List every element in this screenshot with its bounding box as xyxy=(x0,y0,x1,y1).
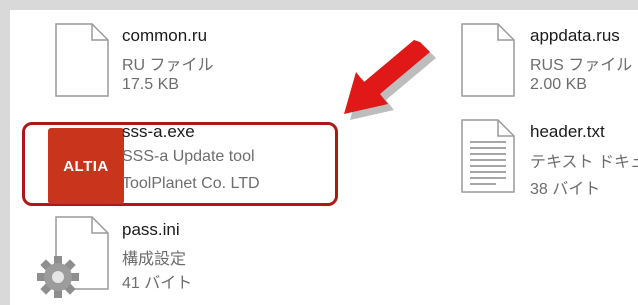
blank-file-icon xyxy=(461,23,515,97)
file-size: 41 バイト xyxy=(122,275,193,292)
config-gear-file-icon xyxy=(37,216,109,298)
file-name: pass.ini xyxy=(122,220,180,239)
file-size: 38 バイト xyxy=(530,181,601,198)
pointer-arrow-icon xyxy=(344,40,436,120)
file-type: RUS ファイル xyxy=(530,57,633,74)
altia-app-icon: ALTIA xyxy=(48,128,124,204)
file-company: ToolPlanet Co. LTD xyxy=(122,175,260,192)
file-name: sss-a.exe xyxy=(122,122,195,141)
file-description: SSS-a Update tool xyxy=(122,148,255,165)
file-size: 2.00 KB xyxy=(530,76,587,93)
file-type: 構成設定 xyxy=(122,251,187,268)
file-type: RU ファイル xyxy=(122,57,214,74)
file-name: common.ru xyxy=(122,26,208,45)
app-icon-logo-text: ALTIA xyxy=(63,157,109,175)
text-document-icon xyxy=(461,119,515,193)
file-name: appdata.rus xyxy=(530,26,620,45)
file-name: header.txt xyxy=(530,122,605,141)
file-size: 17.5 KB xyxy=(122,76,179,93)
blank-file-icon xyxy=(55,23,109,97)
file-type: テキスト ドキュメ xyxy=(530,154,638,171)
file-explorer-content: common.ru RU ファイル 17.5 KB appdata.rus RU… xyxy=(10,10,638,305)
